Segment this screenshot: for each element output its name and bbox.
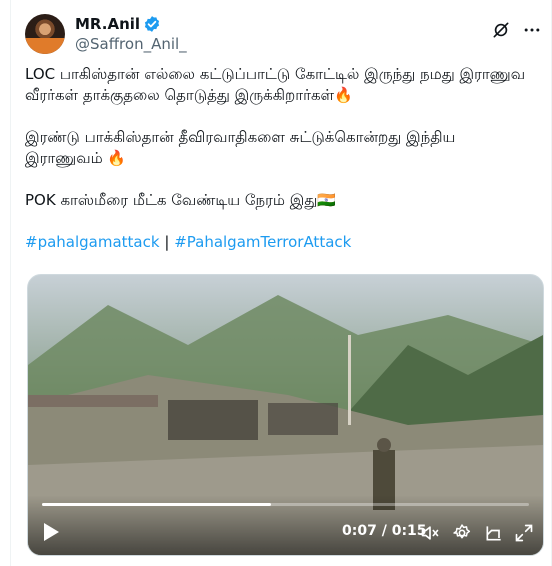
- video-time-separator: /: [381, 523, 387, 539]
- author-name-row[interactable]: MR.Anil: [75, 14, 161, 34]
- tweet-card[interactable]: MR.Anil @Saffron_Anil_ LOC பாகிஸ்தான் எல…: [10, 0, 552, 566]
- fullscreen-icon[interactable]: [514, 523, 534, 543]
- video-time: 0:07 / 0:15: [342, 523, 427, 539]
- display-name[interactable]: MR.Anil: [75, 14, 140, 34]
- hashtag-line: #pahalgamattack | #PahalgamTerrorAttack: [25, 232, 537, 253]
- tweet-paragraph-1: LOC பாகிஸ்தான் எல்லை கட்டுப்பாட்டு கோட்ட…: [25, 65, 526, 104]
- hashtag-separator: |: [164, 233, 170, 251]
- author-handle[interactable]: @Saffron_Anil_: [75, 35, 187, 53]
- avatar[interactable]: [25, 14, 65, 54]
- tweet-text: LOC பாகிஸ்தான் எல்லை கட்டுப்பாட்டு கோட்ட…: [25, 64, 537, 274]
- tweet-paragraph-2: இரண்டு பாக்கிஸ்தான் தீவிரவாதிகளை சுட்டுக…: [25, 128, 456, 167]
- video-player[interactable]: 0:07 / 0:15: [27, 274, 544, 556]
- video-progress-bar[interactable]: [42, 503, 529, 506]
- play-icon[interactable]: [42, 522, 60, 542]
- video-time-current: 0:07: [342, 523, 377, 539]
- settings-icon[interactable]: [452, 523, 472, 543]
- hashtag-link[interactable]: #pahalgamattack: [25, 233, 160, 251]
- grok-icon[interactable]: [491, 20, 511, 40]
- tweet-paragraph-3: POK காஸ்மீரை மீட்க வேண்டிய நேரம் இது🇮🇳: [25, 191, 337, 209]
- verified-badge-icon: [144, 16, 160, 32]
- hashtag-link[interactable]: #PahalgamTerrorAttack: [174, 233, 351, 251]
- more-icon[interactable]: [521, 20, 543, 40]
- mute-icon[interactable]: [420, 523, 440, 543]
- video-progress-fill: [42, 503, 271, 506]
- minimize-player-icon[interactable]: [484, 523, 504, 543]
